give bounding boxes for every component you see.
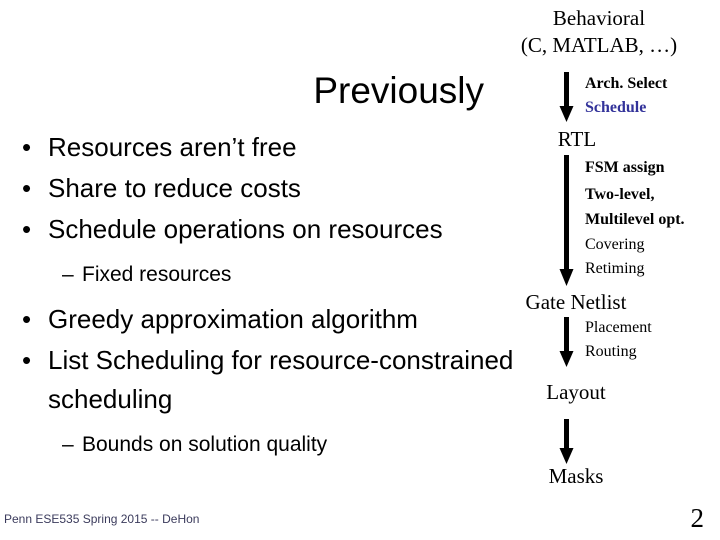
left-content-column: Previously • Resources aren’t free • Sha… xyxy=(0,56,513,516)
list-item-label: Resources aren’t free xyxy=(48,132,297,162)
list-item-label: Schedule operations on resources xyxy=(48,214,443,244)
arrow-down-icon-gate-netlist-to-layout xyxy=(559,317,574,367)
list-item-label: Greedy approximation algorithm xyxy=(48,304,418,334)
arrow-down-icon-behavioral-to-rtl xyxy=(559,72,574,122)
list-item: • Greedy approximation algorithm xyxy=(12,300,532,339)
flow-node-rtl: RTL xyxy=(557,127,597,151)
bullet-marker-icon: • xyxy=(22,214,32,244)
list-item: • Schedule operations on resources xyxy=(12,210,532,249)
flow-edge-label-two-level: Two-level, xyxy=(585,186,655,203)
dash-marker-icon: – xyxy=(62,433,74,456)
flow-node-behavioral-line1: Behavioral xyxy=(552,6,646,30)
list-item: • Resources aren’t free xyxy=(12,128,532,167)
list-item-label: Share to reduce costs xyxy=(48,173,301,203)
flow-edge-label-arch-select: Arch. Select xyxy=(585,75,668,92)
bullet-marker-icon: • xyxy=(22,304,32,334)
bullet-list: • Resources aren’t free • Share to reduc… xyxy=(12,128,532,463)
flow-node-layout: Layout xyxy=(546,380,606,404)
bullet-marker-icon: • xyxy=(22,345,32,375)
list-item-label: Bounds on solution quality xyxy=(82,433,328,456)
flow-node-behavioral-line2: (C, MATLAB, …) xyxy=(520,33,678,57)
page-title: Previously xyxy=(313,70,484,111)
dash-marker-icon: – xyxy=(62,263,74,286)
flow-edge-label-schedule: Schedule xyxy=(585,99,647,116)
slide-canvas: Previously • Resources aren’t free • Sha… xyxy=(0,0,720,540)
flow-edge-label-placement: Placement xyxy=(585,319,652,336)
flow-edge-label-fsm-assign: FSM assign xyxy=(585,159,665,176)
bullet-marker-icon: • xyxy=(22,173,32,203)
list-item: – Fixed resources xyxy=(12,258,532,291)
flow-edge-label-retiming: Retiming xyxy=(585,260,645,277)
list-item-label: List Scheduling for resource-constrained… xyxy=(48,345,514,414)
arrow-down-icon-rtl-to-gate-netlist xyxy=(559,155,574,286)
flow-edge-label-multilevel-opt: Multilevel opt. xyxy=(585,211,685,228)
design-flow-diagram: Behavioral (C, MATLAB, …) Arch. Select S… xyxy=(478,0,720,500)
footer-attribution: Penn ESE535 Spring 2015 -- DeHon xyxy=(4,512,200,526)
list-item-label: Fixed resources xyxy=(82,263,232,286)
page-number: 2 xyxy=(690,503,705,533)
flow-node-masks: Masks xyxy=(548,464,604,488)
flow-edge-label-covering: Covering xyxy=(585,236,645,253)
list-item: • Share to reduce costs xyxy=(12,169,532,208)
bullet-marker-icon: • xyxy=(22,132,32,162)
flow-edge-label-routing: Routing xyxy=(585,343,637,360)
arrow-down-icon-layout-to-masks xyxy=(559,419,574,464)
list-item: • List Scheduling for resource-constrain… xyxy=(12,341,532,419)
flow-node-gate-netlist: Gate Netlist xyxy=(525,290,627,314)
list-item: – Bounds on solution quality xyxy=(12,428,532,461)
